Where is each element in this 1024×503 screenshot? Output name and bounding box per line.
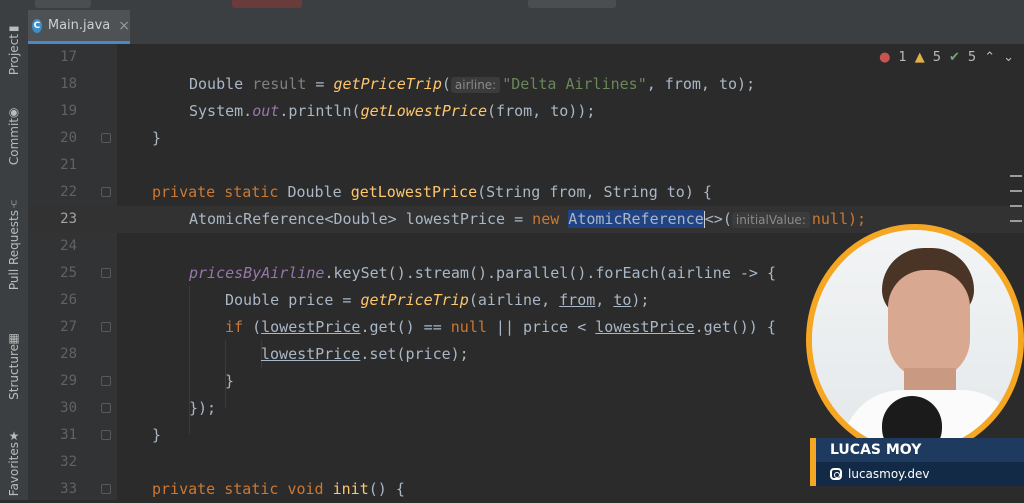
check-icon: ✔	[949, 50, 960, 65]
line-number: 21	[60, 157, 77, 173]
tool-tab-label: Commit	[7, 118, 21, 166]
line-number: 33	[60, 481, 77, 497]
title-bar	[0, 0, 1024, 10]
folder-icon: ▬	[8, 21, 20, 35]
commit-icon: ◉	[8, 105, 20, 119]
tool-tab-favorites[interactable]: ★ Favorites	[0, 426, 28, 496]
presenter-lower-third: LUCAS MOY lucasmoy.dev	[810, 438, 1024, 486]
line-number: 27	[60, 319, 77, 335]
code-text: });	[189, 399, 217, 417]
code-text: Double price = getPriceTrip(airline, fro…	[225, 291, 650, 309]
inspection-widget[interactable]: ● 1 ▲ 5 ✔ 5 ⌃ ⌄	[879, 50, 1014, 65]
fold-marker-icon[interactable]	[101, 376, 111, 386]
scroll-marker	[1010, 190, 1022, 192]
fold-marker-icon[interactable]	[101, 322, 111, 332]
code-line: 19 System.out.println(getLowestPrice(fro…	[29, 98, 1024, 125]
presenter-name: LUCAS MOY	[816, 438, 1024, 462]
code-text: if (lowestPrice.get() == null || price <…	[225, 318, 776, 336]
line-number: 23	[60, 211, 77, 227]
line-number: 24	[60, 238, 77, 254]
star-icon: ★	[8, 429, 20, 443]
code-text: }	[225, 372, 235, 390]
warning-count: 5	[932, 50, 941, 65]
line-number: 19	[60, 103, 77, 119]
presenter-handle: lucasmoy.dev	[816, 462, 1024, 486]
selected-text: AtomicReference	[568, 210, 704, 228]
code-text: }	[152, 129, 162, 147]
line-number: 31	[60, 427, 77, 443]
editor-tab-bar: C Main.java ×	[28, 10, 1024, 45]
fold-marker-icon[interactable]	[101, 484, 111, 494]
chevron-down-icon[interactable]: ⌄	[1003, 50, 1014, 65]
line-number: 25	[60, 265, 77, 281]
line-number: 29	[60, 373, 77, 389]
scroll-marker	[1010, 220, 1022, 222]
fold-marker-icon[interactable]	[101, 187, 111, 197]
tool-tab-label: Structure	[7, 344, 21, 400]
presenter-face	[888, 270, 970, 380]
instagram-icon	[830, 468, 842, 480]
code-line: 18 Double result = getPriceTrip(airline:…	[29, 71, 1024, 98]
chevron-up-icon[interactable]: ⌃	[984, 50, 995, 65]
code-line: 20 }	[29, 125, 1024, 152]
tool-window-strip: ▬ Project ◉ Commit ⑂ Pull Requests ▦ Str…	[0, 10, 29, 500]
tab-label: Main.java	[47, 18, 111, 33]
toolbar-segment	[528, 0, 616, 8]
structure-icon: ▦	[8, 331, 20, 345]
parameter-hint: airline:	[450, 77, 501, 93]
line-number: 32	[60, 454, 77, 470]
line-number: 22	[60, 184, 77, 200]
tab-main-java[interactable]: C Main.java ×	[28, 10, 130, 44]
code-line: 21	[29, 152, 1024, 179]
java-class-icon: C	[32, 18, 42, 33]
code-line-current: 23 AtomicReference<Double> lowestPrice =…	[29, 206, 1024, 233]
tool-tab-pull-requests[interactable]: ⑂ Pull Requests	[0, 194, 28, 290]
code-text: private static void init() {	[152, 480, 405, 498]
tool-tab-project[interactable]: ▬ Project	[0, 18, 28, 75]
presenter-webcam	[806, 224, 1024, 456]
scroll-marker	[1010, 205, 1022, 207]
weak-warning-count: 5	[967, 50, 977, 65]
scroll-marker	[1010, 175, 1022, 177]
code-text: Double result = getPriceTrip(airline: "De…	[189, 75, 756, 93]
error-icon: ●	[879, 50, 891, 65]
line-number: 20	[60, 130, 77, 146]
toolbar-segment	[35, 0, 91, 8]
toolbar-segment	[232, 0, 302, 8]
line-number: 30	[60, 400, 77, 416]
handle-text: lucasmoy.dev	[848, 467, 930, 481]
fold-marker-icon[interactable]	[101, 268, 111, 278]
pull-request-icon: ⑂	[10, 197, 18, 211]
code-text: }	[152, 426, 162, 444]
parameter-hint: initialValue:	[731, 212, 810, 228]
line-number: 17	[60, 49, 77, 65]
tool-tab-structure[interactable]: ▦ Structure	[0, 328, 28, 400]
code-text: AtomicReference<Double> lowestPrice = ne…	[189, 210, 867, 228]
tool-tab-label: Favorites	[7, 442, 21, 497]
code-text: pricesByAirline.keySet().stream().parall…	[189, 264, 777, 282]
line-number: 18	[60, 76, 77, 92]
error-count: 1	[898, 50, 907, 65]
fold-marker-icon[interactable]	[101, 403, 111, 413]
fold-marker-icon[interactable]	[101, 133, 111, 143]
line-number: 28	[60, 346, 77, 362]
tool-tab-label: Pull Requests	[7, 210, 21, 291]
code-text: private static Double getLowestPrice(Str…	[152, 183, 712, 201]
close-icon[interactable]: ×	[118, 18, 130, 34]
warning-icon: ▲	[914, 50, 925, 65]
code-text: System.out.println(getLowestPrice(from, …	[189, 102, 596, 120]
code-text: lowestPrice.set(price);	[261, 345, 469, 363]
line-number: 26	[60, 292, 77, 308]
code-line: 17	[29, 44, 1024, 71]
tool-tab-label: Project	[7, 34, 21, 76]
scrollbar-markers[interactable]	[1010, 175, 1024, 235]
tool-tab-commit[interactable]: ◉ Commit	[0, 102, 28, 165]
fold-marker-icon[interactable]	[101, 430, 111, 440]
code-line: 22 private static Double getLowestPrice(…	[29, 179, 1024, 206]
